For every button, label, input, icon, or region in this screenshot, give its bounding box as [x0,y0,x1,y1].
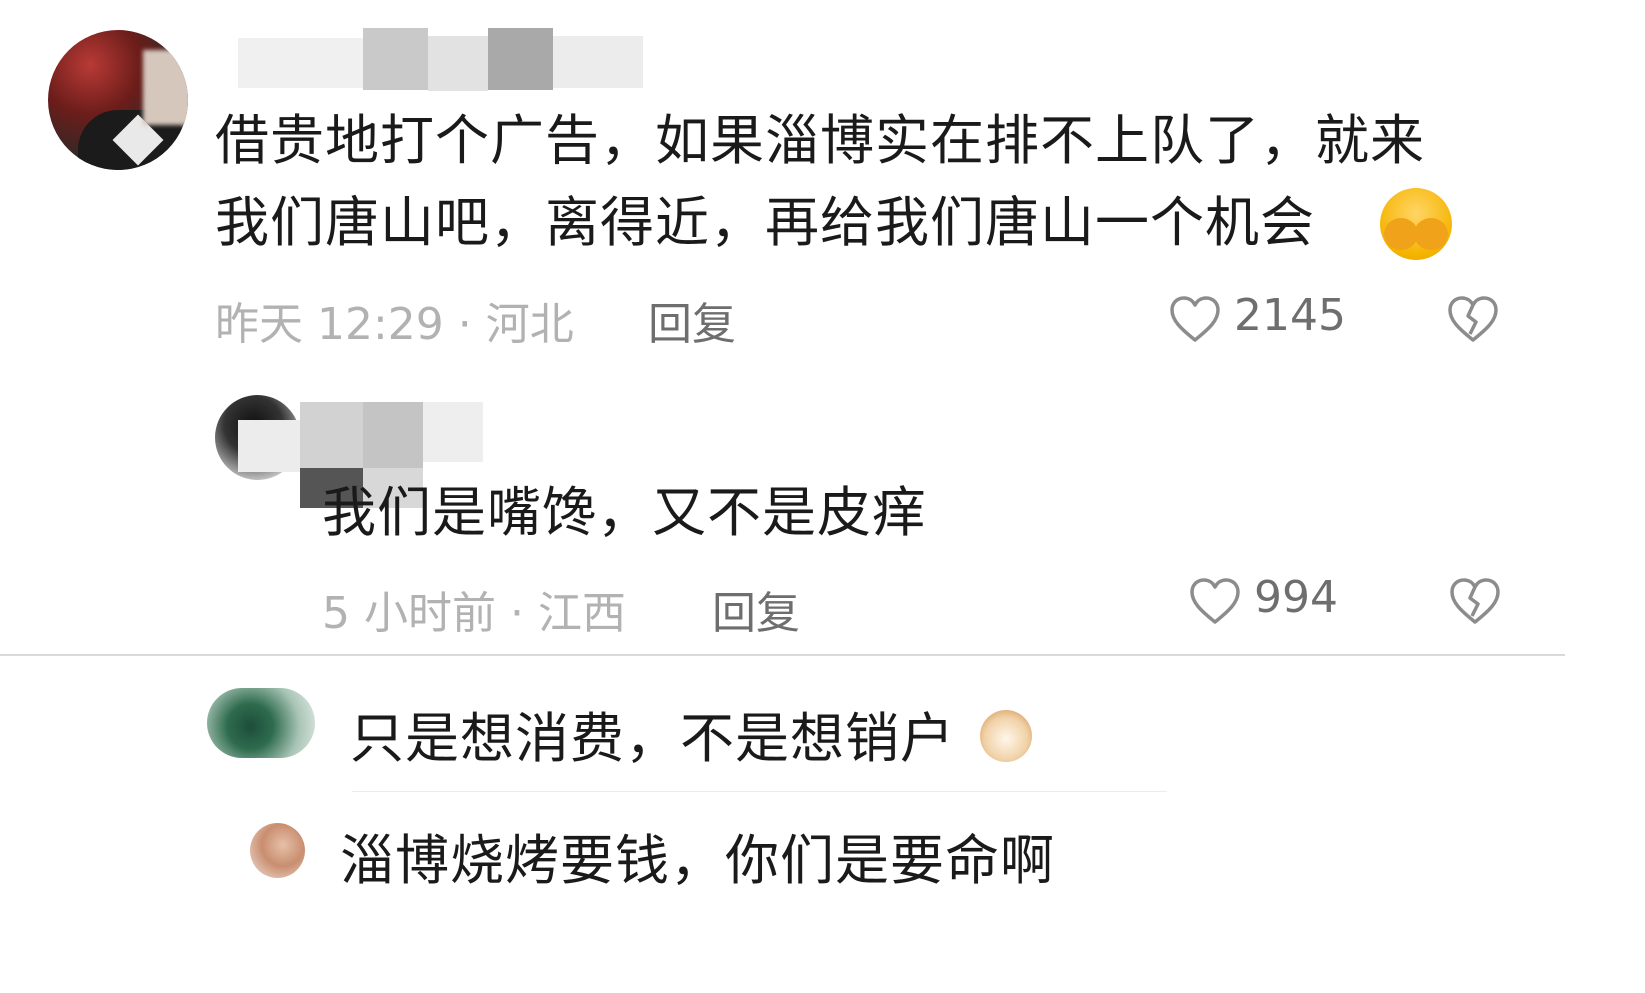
comment-text: 只是想消费，不是想销户 [350,707,955,770]
covering-face-emoji-icon [1380,188,1452,260]
reply-button[interactable]: 回复 [712,577,800,641]
heart-outline-icon[interactable] [1188,576,1242,626]
broken-heart-icon[interactable] [1446,294,1500,344]
comment-text-line-1: 借贵地打个广告，如果淄博实在排不上队了，就来 [215,109,1425,172]
avatar[interactable] [48,30,188,170]
avatar[interactable] [250,823,305,878]
heart-outline-icon[interactable] [1168,294,1222,344]
like-count: 994 [1254,572,1338,623]
comment-text-line-2: 我们唐山吧，离得近，再给我们唐山一个机会 [215,191,1315,254]
avatar[interactable] [207,688,315,758]
cat-emoji-icon [980,710,1032,762]
comment-text: 淄博烧烤要钱，你们是要命啊 [340,829,1055,892]
broken-heart-icon[interactable] [1448,576,1502,626]
comment-text: 我们是嘴馋，又不是皮痒 [322,481,927,544]
comment-meta: 昨天 12:29 · 河北 [215,299,574,350]
item-divider [352,791,1167,792]
section-divider [0,654,1565,656]
blurred-username [238,28,658,98]
comment-meta: 5 小时前 · 江西 [322,588,626,639]
like-count: 2145 [1234,290,1346,341]
reply-button[interactable]: 回复 [648,288,736,352]
